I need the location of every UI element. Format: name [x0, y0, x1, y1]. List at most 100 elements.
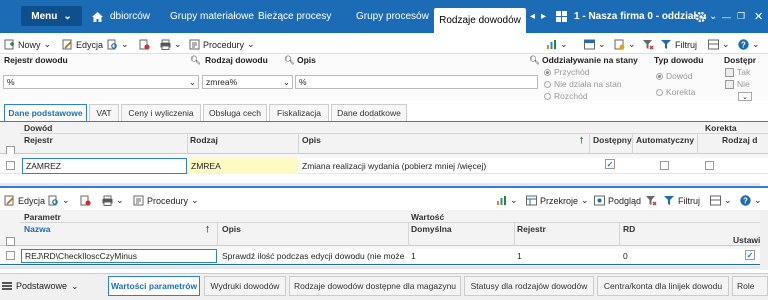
row-checkbox[interactable] [6, 251, 15, 260]
column-rejestr[interactable]: Rejestr [24, 135, 53, 145]
tab-obsluga-cech[interactable]: Obsługa cech [203, 104, 267, 121]
rejestr-filter-input[interactable]: % ⌄ [3, 75, 199, 89]
nav-tab-rodzaje-dowodow[interactable]: Rodzaje dowodów [434, 8, 526, 33]
column-ustawiony[interactable]: Ustawi [733, 235, 760, 245]
preview-button[interactable]: ⌄ [107, 35, 129, 54]
cell-rd[interactable]: 0 [623, 249, 628, 263]
check-tak[interactable]: Tak [725, 67, 750, 77]
new-button[interactable]: Nowy ⌄ [4, 35, 51, 54]
rodzaj-filter-input[interactable]: zmrea% ⌄ [202, 75, 293, 89]
nav-tab-grupy-procesow[interactable]: Grupy procesów [356, 0, 429, 33]
table-row[interactable]: REJ\RD\CheckIloscCzyMinus Sprawdź ilość … [0, 249, 768, 263]
cell-opis[interactable]: Sprawdź ilość podczas edycji dowodu (nie… [222, 249, 406, 263]
company-selector[interactable]: 1 - Nasza firma 0 - oddział ⌄ [574, 0, 708, 33]
tab-scroll-left-icon[interactable]: ◂ [530, 0, 535, 33]
detail-print-button[interactable]: ⌄ [102, 191, 124, 210]
column-rd[interactable]: RD [623, 224, 635, 234]
home-icon[interactable] [92, 0, 103, 33]
nav-tab-grupy-materialowe[interactable]: Grupy materiałowe [170, 0, 254, 33]
grid-icon[interactable] [556, 0, 567, 33]
nav-tab-biezace-procesy[interactable]: Bieżące procesy [258, 0, 331, 33]
row-checkbox[interactable] [6, 161, 15, 170]
gear-icon[interactable]: ⌄ [695, 0, 717, 33]
detail-procedures-button[interactable]: Procedury ⌄ [133, 191, 199, 210]
column-domyslna[interactable]: Domyślna [411, 224, 452, 234]
horizontal-scrollbar[interactable] [0, 266, 760, 269]
detail-delete-button[interactable] [80, 191, 91, 210]
sort-up-icon[interactable]: 🠑 [580, 135, 583, 149]
cell-rejestr[interactable]: ZAMREZ [22, 158, 187, 174]
podstawowe-dropdown[interactable]: Podstawowe ⌄ [2, 276, 97, 296]
bottom-tab-rodzaje-dostepne[interactable]: Rodzaje dowodów dostępne dla magazynu [289, 276, 461, 296]
cell-korekta-checkbox[interactable] [705, 161, 714, 170]
detail-layout-button[interactable]: ⌄ [710, 191, 732, 210]
table-row[interactable]: ZAMREZ ZMREA Zmiana realizacji wydania (… [0, 158, 768, 174]
menu-button[interactable]: Menu ⌄ [21, 6, 82, 26]
bottom-tab-statusy[interactable]: Statusy dla rodzajów dowodów [464, 276, 594, 296]
check-nie[interactable]: Nie [725, 79, 750, 89]
detail-help-button[interactable]: ? ⌄ [740, 191, 762, 210]
help-button[interactable]: ? ⌄ [738, 35, 760, 54]
select-all-checkbox[interactable] [6, 237, 15, 246]
column-automatyczny[interactable]: Automatyczny [636, 135, 694, 145]
column-rejestr[interactable]: Rejestr [517, 224, 546, 234]
close-icon[interactable]: ✕ [754, 0, 763, 33]
minimize-icon[interactable]: — [722, 0, 731, 33]
layout-button[interactable]: ⌄ [584, 35, 606, 54]
print-button[interactable]: ⌄ [160, 35, 182, 54]
clear-filter-button[interactable] [643, 35, 654, 54]
edit-button[interactable]: Edycja [62, 35, 103, 54]
column-rodzaj-korekty[interactable]: Rodzaj d [722, 135, 757, 145]
nav-tab-odbiorcow[interactable]: dbiorców [110, 0, 150, 33]
radio-dowod[interactable]: Dowód [656, 71, 692, 81]
tab-ceny-wyliczenia[interactable]: Ceny i wyliczenia [121, 104, 201, 121]
radio-rozchod[interactable]: Rozchód [544, 91, 588, 101]
bottom-tab-wydruki-dowodow[interactable]: Wydruki dowodów [204, 276, 286, 296]
bottom-tab-role[interactable]: Role [732, 276, 768, 296]
chart-button[interactable]: ⌄ [546, 35, 568, 54]
restore-icon[interactable]: ❐ [737, 0, 745, 33]
layout-button-2[interactable]: ⌄ [708, 35, 730, 54]
vertical-scrollbar[interactable] [760, 210, 768, 270]
cell-opis[interactable]: Zmiana realizacji wydania (pobierz mniej… [302, 158, 486, 174]
check-tak-label: Tak [737, 67, 751, 77]
cell-rodzaj[interactable]: ZMREA [188, 158, 298, 174]
tab-dane-dodatkowe[interactable]: Dane dodatkowe [331, 104, 407, 121]
cell-ustawiony-checkbox[interactable]: ✓ [745, 250, 755, 260]
detail-preview-button[interactable]: ⌄ [48, 191, 70, 210]
podglad-button[interactable]: Podgląd [594, 191, 641, 210]
column-opis[interactable]: Opis [222, 224, 241, 234]
column-nazwa[interactable]: Nazwa [24, 224, 50, 234]
radio-nie-dziala[interactable]: Nie działa na stan [544, 79, 622, 89]
settings-button[interactable]: ⌄ [614, 35, 636, 54]
filter-button[interactable]: Filtruj [661, 35, 697, 54]
tab-vat[interactable]: VAT [89, 104, 119, 121]
collapse-filter-icon[interactable]: ⌄ [738, 92, 752, 101]
opis-filter-input[interactable]: % [295, 75, 538, 89]
cell-domyslna[interactable]: 1 [411, 249, 416, 263]
radio-przychod[interactable]: Przychód [544, 67, 589, 77]
detail-clear-filter-button[interactable] [646, 191, 657, 210]
column-rodzaj[interactable]: Rodzaj [190, 135, 218, 145]
cell-rejestr[interactable]: 1 [517, 249, 522, 263]
radio-korekta[interactable]: Korekta [656, 87, 695, 97]
column-opis[interactable]: Opis [302, 135, 321, 145]
detail-edit-button[interactable]: Edycja [4, 191, 45, 210]
column-dostepny[interactable]: Dostępny [593, 135, 632, 145]
detail-filter-button[interactable]: Filtruj [664, 191, 700, 210]
przekroje-label: Przekroje [540, 195, 579, 206]
cell-nazwa[interactable]: REJ\RD\CheckIloscCzyMinus [21, 249, 217, 263]
bottom-tab-centra-konta[interactable]: Centra/konta dla linijek dowodu [597, 276, 729, 296]
przekroje-button[interactable]: Przekroje ⌄ [526, 191, 589, 210]
tab-fiskalizacja[interactable]: Fiskalizacja [269, 104, 329, 121]
procedures-button[interactable]: Procedury ⌄ [189, 35, 255, 54]
splitter[interactable] [0, 186, 768, 188]
delete-button[interactable] [139, 35, 150, 54]
tab-scroll-right-icon[interactable]: ▸ [541, 0, 546, 33]
cell-automatyczny-checkbox[interactable] [660, 161, 669, 170]
sort-up-icon[interactable]: 🠑 [206, 224, 209, 238]
cell-dostepny-checkbox[interactable]: ✓ [605, 159, 615, 169]
detail-chart-button[interactable]: ⌄ [496, 191, 518, 210]
tab-dane-podstawowe[interactable]: Dane podstawowe [4, 104, 87, 121]
bottom-tab-wartosci-parametrow[interactable]: Wartości parametrów [108, 276, 200, 296]
